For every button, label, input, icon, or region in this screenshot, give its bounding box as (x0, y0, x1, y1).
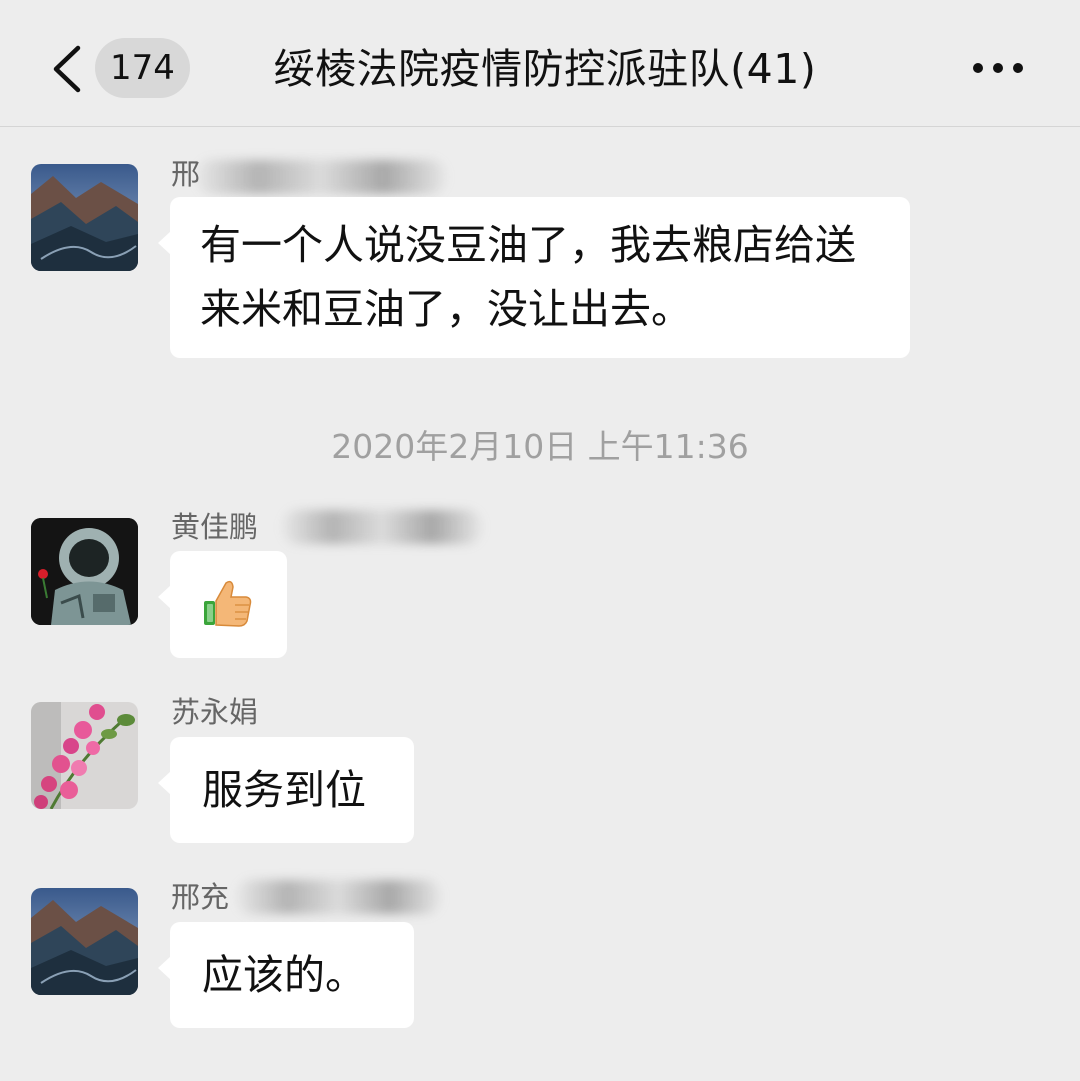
message-bubble[interactable]: 有一个人说没豆油了，我去粮店给送来米和豆油了，没让出去。 (158, 197, 910, 358)
message-text: 应该的。 (202, 951, 366, 999)
timestamp: 2020年2月10日 上午11:36 (331, 427, 749, 466)
thumbs-up-emoji-icon (204, 580, 252, 627)
ellipsis-icon[interactable] (968, 52, 1028, 84)
mountain-landscape-avatar-image (31, 164, 138, 271)
mountain-landscape-avatar-image (31, 888, 138, 995)
sender-name: 苏永娟 (171, 695, 259, 729)
chat-header: 174 绥棱法院疫情防控派驻队(41) (0, 0, 1080, 127)
message-bubble[interactable]: 服务到位 (158, 737, 414, 843)
avatar[interactable] (31, 888, 138, 995)
pink-flowers-avatar-image (31, 702, 138, 809)
avatar[interactable] (31, 518, 138, 625)
astronaut-with-rose-avatar-image (31, 518, 138, 625)
avatar[interactable] (31, 702, 138, 809)
sender-name: 邢充 (171, 880, 230, 914)
redacted-name-blur (282, 510, 482, 544)
redacted-name-blur (236, 880, 441, 914)
redacted-name-blur (196, 160, 446, 194)
chevron-left-icon[interactable] (50, 44, 84, 94)
unread-count-badge[interactable]: 174 (95, 38, 190, 98)
message-text: 有一个人说没豆油了，我去粮店给送来米和豆油了，没让出去。 (200, 221, 856, 333)
sender-name: 黄佳鹏 (171, 510, 259, 544)
chat-title[interactable]: 绥棱法院疫情防控派驻队(41) (240, 34, 850, 104)
message-bubble[interactable] (158, 551, 287, 658)
message-text: 服务到位 (202, 766, 366, 814)
avatar[interactable] (31, 164, 138, 271)
message-bubble[interactable]: 应该的。 (158, 922, 414, 1028)
